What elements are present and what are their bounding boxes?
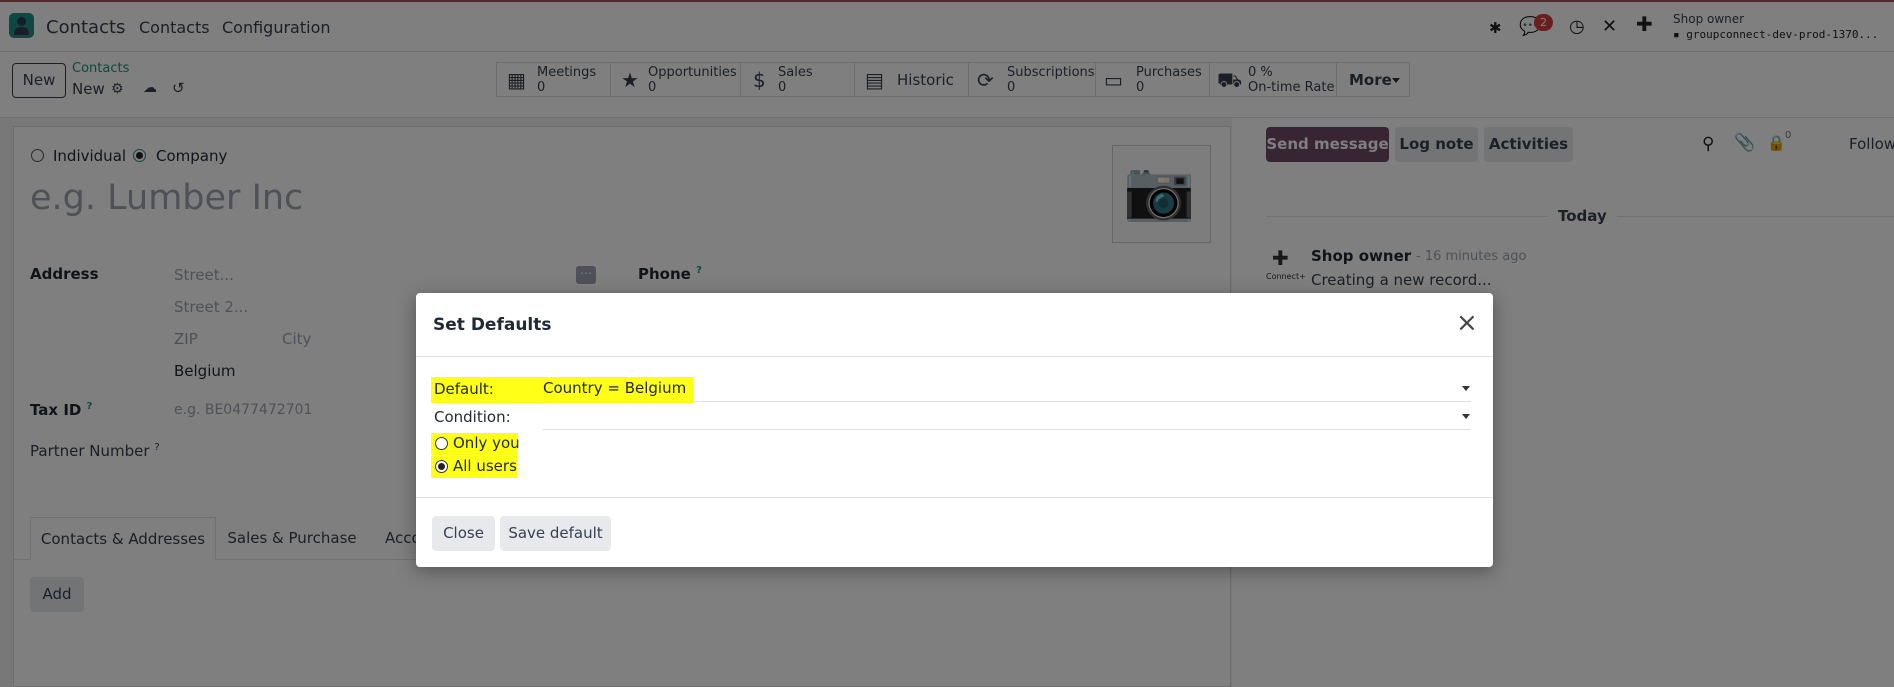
dialog-title: Set Defaults (433, 315, 552, 335)
set-defaults-dialog: Set Defaults × Default: Country = Belgiu… (416, 293, 1493, 567)
condition-select-underline (543, 429, 1471, 430)
default-label: Default: (434, 380, 494, 398)
condition-label: Condition: (434, 408, 511, 426)
dialog-footer: Close Save default (416, 497, 1493, 567)
close-icon[interactable]: × (1456, 310, 1478, 336)
close-button[interactable]: Close (432, 516, 495, 551)
default-select-underline (543, 401, 1471, 402)
save-default-button[interactable]: Save default (500, 516, 611, 551)
dialog-header: Set Defaults × (416, 293, 1493, 357)
radio-all-users[interactable] (435, 460, 448, 473)
all-users-label[interactable]: All users (453, 457, 517, 475)
default-select[interactable]: Country = Belgium (543, 379, 686, 397)
condition-dropdown-icon[interactable] (1462, 414, 1470, 419)
only-you-label[interactable]: Only you (453, 434, 520, 452)
radio-only-you[interactable] (435, 437, 448, 450)
condition-select[interactable] (543, 405, 1471, 429)
default-dropdown-icon[interactable] (1462, 386, 1470, 391)
